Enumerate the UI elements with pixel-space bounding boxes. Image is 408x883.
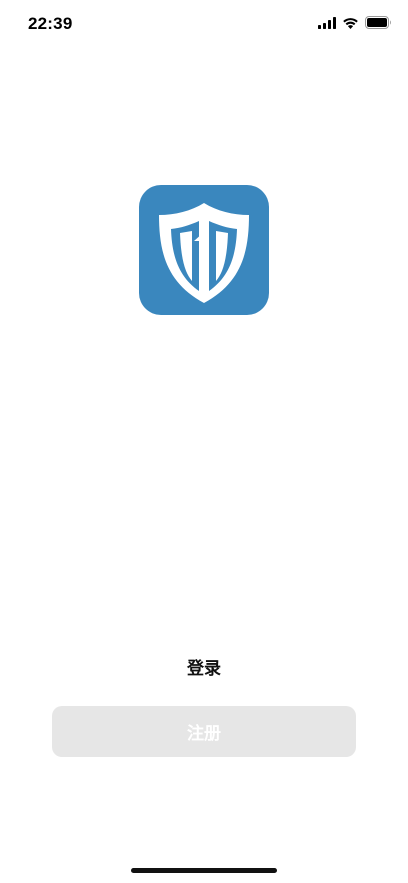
- shield-logo-icon: [139, 185, 269, 315]
- status-bar: 22:39: [0, 0, 408, 48]
- wifi-icon: [342, 17, 359, 29]
- cellular-signal-icon: [318, 16, 336, 29]
- battery-icon: [365, 16, 392, 29]
- status-time: 22:39: [28, 14, 73, 33]
- home-indicator: [131, 868, 277, 873]
- app-logo: [139, 185, 269, 315]
- status-icons: [318, 16, 392, 29]
- register-button[interactable]: 注册: [52, 706, 356, 757]
- login-button[interactable]: 登录: [52, 646, 356, 686]
